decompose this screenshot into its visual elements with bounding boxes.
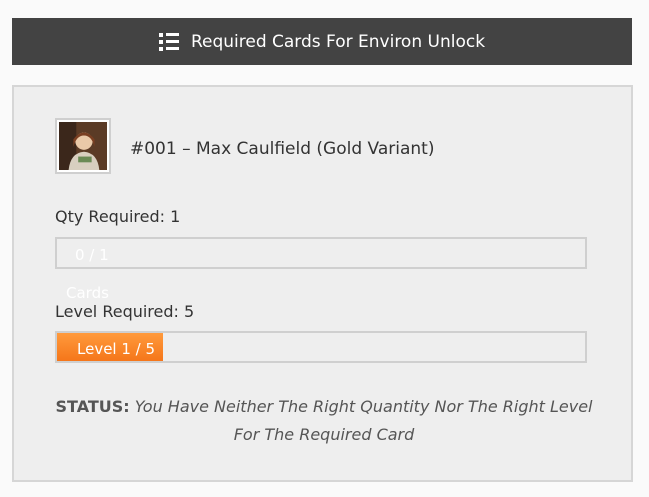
quantity-progress-unit: Cards xyxy=(66,284,109,302)
status-label: STATUS: xyxy=(55,397,130,416)
list-icon xyxy=(158,32,179,51)
card-portrait-icon xyxy=(59,122,107,170)
quantity-progress-text: 0 / 1 xyxy=(75,246,109,264)
level-progress-text: Level 1 / 5 xyxy=(77,340,156,358)
quantity-progress-bar xyxy=(55,237,587,269)
card-name: #001 – Max Caulfield (Gold Variant) xyxy=(130,139,435,159)
header-title: Required Cards For Environ Unlock xyxy=(190,31,486,52)
level-required-label: Level Required: 5 xyxy=(55,302,195,321)
level-progress-bar: Level 1 / 5 xyxy=(55,331,587,363)
status-text: You Have Neither The Right Quantity Nor … xyxy=(134,397,593,444)
card-thumbnail[interactable] xyxy=(55,118,111,174)
required-card-panel: #001 – Max Caulfield (Gold Variant) Qty … xyxy=(12,85,633,482)
status-message: STATUS: You Have Neither The Right Quant… xyxy=(44,393,604,449)
quantity-required-label: Qty Required: 1 xyxy=(55,207,181,226)
section-header: Required Cards For Environ Unlock xyxy=(12,18,632,65)
